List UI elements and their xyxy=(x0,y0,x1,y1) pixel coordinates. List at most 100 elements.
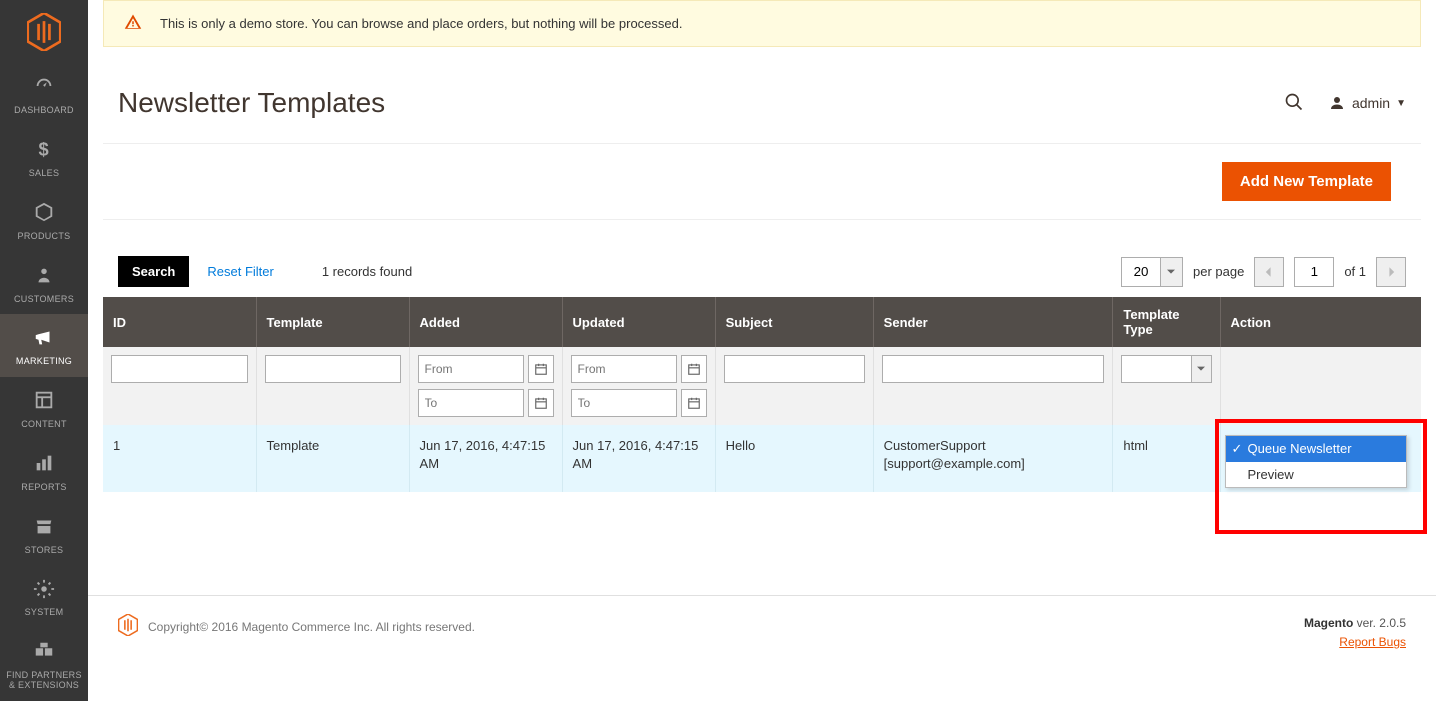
col-subject[interactable]: Subject xyxy=(715,297,873,347)
search-button[interactable]: Search xyxy=(118,256,189,287)
page-total-label: of 1 xyxy=(1344,264,1366,279)
sidebar-item-reports[interactable]: REPORTS xyxy=(0,440,88,503)
cell-action: Queue Newsletter Preview xyxy=(1220,425,1421,492)
filter-subject-input[interactable] xyxy=(724,355,865,383)
page-title: Newsletter Templates xyxy=(118,87,385,119)
cube-icon xyxy=(33,201,55,226)
sidebar-item-dashboard[interactable]: DASHBOARD xyxy=(0,63,88,126)
pager-next-button[interactable] xyxy=(1376,257,1406,287)
magento-logo[interactable] xyxy=(0,0,88,63)
action-option-preview[interactable]: Preview xyxy=(1226,462,1406,488)
cell-updated: Jun 17, 2016, 4:47:15 AM xyxy=(562,425,715,492)
nav-label: CUSTOMERS xyxy=(14,295,74,305)
chevron-down-icon[interactable] xyxy=(1192,355,1212,383)
nav-label: CONTENT xyxy=(21,420,67,430)
cell-subject: Hello xyxy=(715,425,873,492)
partners-icon xyxy=(33,640,55,665)
nav-label: SYSTEM xyxy=(25,608,64,618)
user-menu[interactable]: admin ▼ xyxy=(1328,94,1406,112)
filter-template-input[interactable] xyxy=(265,355,401,383)
warning-icon xyxy=(124,13,142,34)
nav-label: MARKETING xyxy=(16,357,72,367)
calendar-icon[interactable] xyxy=(528,389,554,417)
nav-label: SALES xyxy=(29,169,60,179)
magento-logo-small xyxy=(118,614,138,639)
grid-toolbar: Search Reset Filter 1 records found per … xyxy=(88,256,1436,297)
svg-text:$: $ xyxy=(39,138,49,159)
header-tools: admin ▼ xyxy=(1284,92,1406,115)
sidebar-item-content[interactable]: CONTENT xyxy=(0,377,88,440)
grid-header-row: ID Template Added Updated Subject Sender… xyxy=(103,297,1421,347)
person-icon xyxy=(33,264,55,289)
nav-label: FIND PARTNERS & EXTENSIONS xyxy=(4,671,84,691)
cell-template: Template xyxy=(256,425,409,492)
calendar-icon[interactable] xyxy=(681,355,707,383)
records-found-label: 1 records found xyxy=(322,264,412,279)
grid-filter-row xyxy=(103,347,1421,425)
gear-icon xyxy=(33,578,55,603)
notice-text: This is only a demo store. You can brows… xyxy=(160,16,682,31)
demo-notice: This is only a demo store. You can brows… xyxy=(103,0,1421,47)
filter-sender-input[interactable] xyxy=(882,355,1105,383)
product-name: Magento xyxy=(1304,616,1353,630)
col-template-type[interactable]: Template Type xyxy=(1113,297,1220,347)
add-new-template-button[interactable]: Add New Template xyxy=(1222,162,1391,201)
filter-type-select[interactable] xyxy=(1121,355,1191,383)
chevron-down-icon: ▼ xyxy=(1396,98,1406,109)
action-option-queue[interactable]: Queue Newsletter xyxy=(1226,436,1406,462)
filter-added-from-input[interactable] xyxy=(418,355,524,383)
reset-filter-link[interactable]: Reset Filter xyxy=(207,264,273,279)
calendar-icon[interactable] xyxy=(681,389,707,417)
templates-grid: ID Template Added Updated Subject Sender… xyxy=(103,297,1421,492)
action-dropdown[interactable]: Queue Newsletter Preview xyxy=(1225,435,1407,488)
col-added[interactable]: Added xyxy=(409,297,562,347)
per-page-label: per page xyxy=(1193,264,1244,279)
page-number-input[interactable] xyxy=(1294,257,1334,287)
bars-icon xyxy=(33,452,55,477)
col-id[interactable]: ID xyxy=(103,297,256,347)
sidebar-item-marketing[interactable]: MARKETING xyxy=(0,314,88,377)
sidebar-item-stores[interactable]: STORES xyxy=(0,503,88,566)
cell-type: html xyxy=(1113,425,1220,492)
cell-sender: CustomerSupport [support@example.com] xyxy=(873,425,1113,492)
per-page-selector xyxy=(1121,257,1183,287)
sidebar-item-customers[interactable]: CUSTOMERS xyxy=(0,252,88,315)
filter-updated-to-input[interactable] xyxy=(571,389,677,417)
filter-id-input[interactable] xyxy=(111,355,248,383)
sidebar-item-sales[interactable]: $ SALES xyxy=(0,126,88,189)
col-sender[interactable]: Sender xyxy=(873,297,1113,347)
cell-added: Jun 17, 2016, 4:47:15 AM xyxy=(409,425,562,492)
sidebar-item-system[interactable]: SYSTEM xyxy=(0,566,88,629)
pager-prev-button[interactable] xyxy=(1254,257,1284,287)
user-label: admin xyxy=(1352,95,1390,111)
page-footer: Copyright© 2016 Magento Commerce Inc. Al… xyxy=(88,595,1436,652)
per-page-input[interactable] xyxy=(1121,257,1161,287)
filter-updated-from-input[interactable] xyxy=(571,355,677,383)
layout-icon xyxy=(33,389,55,414)
grid-container: ID Template Added Updated Subject Sender… xyxy=(88,297,1436,492)
nav-label: REPORTS xyxy=(21,483,66,493)
admin-sidebar: DASHBOARD $ SALES PRODUCTS CUSTOMERS MAR… xyxy=(0,0,88,701)
report-bugs-link[interactable]: Report Bugs xyxy=(1304,633,1406,652)
version-text: ver. 2.0.5 xyxy=(1353,616,1406,630)
sidebar-item-products[interactable]: PRODUCTS xyxy=(0,189,88,252)
copyright-text: Copyright© 2016 Magento Commerce Inc. Al… xyxy=(148,620,475,634)
dashboard-icon xyxy=(33,75,55,100)
col-template[interactable]: Template xyxy=(256,297,409,347)
sidebar-item-partners[interactable]: FIND PARTNERS & EXTENSIONS xyxy=(0,628,88,701)
search-icon[interactable] xyxy=(1284,92,1304,115)
calendar-icon[interactable] xyxy=(528,355,554,383)
main-area: This is only a demo store. You can brows… xyxy=(88,0,1436,492)
col-action: Action xyxy=(1220,297,1421,347)
table-row[interactable]: 1 Template Jun 17, 2016, 4:47:15 AM Jun … xyxy=(103,425,1421,492)
col-updated[interactable]: Updated xyxy=(562,297,715,347)
nav-label: DASHBOARD xyxy=(14,106,74,116)
nav-label: PRODUCTS xyxy=(18,232,71,242)
filter-added-to-input[interactable] xyxy=(418,389,524,417)
store-icon xyxy=(33,515,55,540)
dollar-icon: $ xyxy=(33,138,55,163)
nav-label: STORES xyxy=(25,546,64,556)
per-page-toggle[interactable] xyxy=(1161,257,1183,287)
action-button-bar: Add New Template xyxy=(103,143,1421,220)
cell-id: 1 xyxy=(103,425,256,492)
